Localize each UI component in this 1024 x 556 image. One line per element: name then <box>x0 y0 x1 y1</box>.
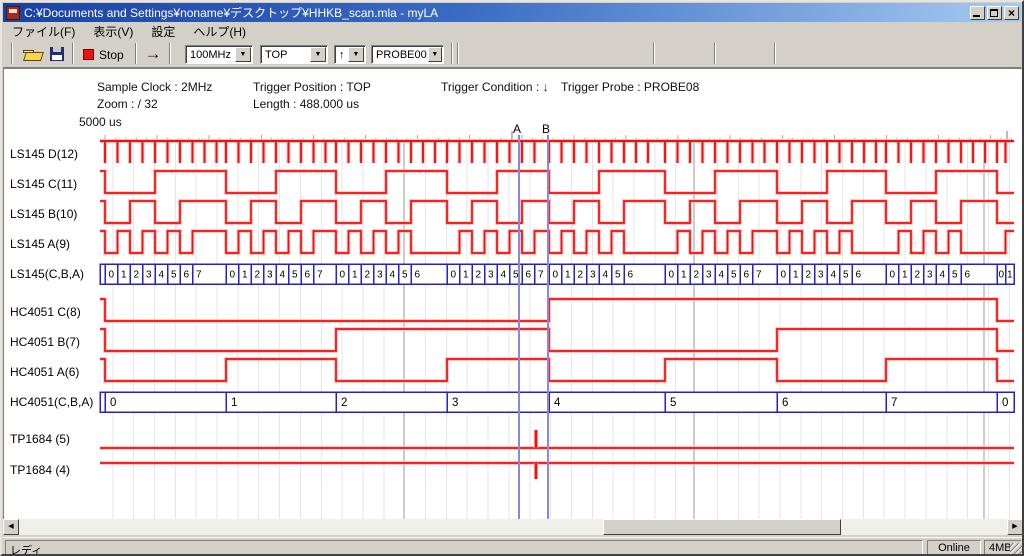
app-window: C:¥Documents and Settings¥noname¥デスクトップ¥… <box>0 0 1024 556</box>
toolbar-separator <box>135 43 137 64</box>
menu-bar: ファイル(F) 表示(V) 設定 ヘルプ(H) <box>3 22 1021 40</box>
toolbar-separator <box>11 43 13 64</box>
window-title: C:¥Documents and Settings¥noname¥デスクトップ¥… <box>24 4 968 21</box>
trigger-position-combo[interactable]: TOP ▼ <box>260 45 328 64</box>
time-scale-label: 5000 us <box>79 115 122 129</box>
channel-label: LS145 C(11) <box>10 177 77 191</box>
save-floppy-icon <box>50 47 64 61</box>
menu-settings[interactable]: 設定 <box>142 22 184 41</box>
menu-view[interactable]: 表示(V) <box>84 22 142 41</box>
scroll-right-arrow-icon[interactable]: ▶ <box>1007 519 1023 535</box>
toolbar-separator <box>72 43 74 64</box>
save-file-button[interactable] <box>46 43 68 65</box>
channel-label: LS145 B(10) <box>10 207 77 221</box>
horizontal-scrollbar[interactable]: ◀ ▶ <box>3 519 1023 535</box>
status-online-badge: Online <box>927 540 981 556</box>
open-file-button[interactable] <box>20 43 44 65</box>
chevron-down-icon[interactable]: ▼ <box>310 47 326 62</box>
menu-help[interactable]: ヘルプ(H) <box>184 22 255 41</box>
close-icon: × <box>1008 6 1015 20</box>
trigger-position-value: TOP <box>261 49 309 61</box>
status-ready: レディ <box>5 540 923 556</box>
channel-label: HC4051 C(8) <box>10 305 81 319</box>
menu-file[interactable]: ファイル(F) <box>3 22 84 41</box>
trigger-position-info: Trigger Position : TOP <box>253 80 371 94</box>
sample-clock-combo[interactable]: 100MHz ▼ <box>185 45 253 64</box>
maximize-icon <box>990 9 998 17</box>
toolbar-separator <box>653 43 655 64</box>
toolbar-separator <box>169 43 171 64</box>
channel-label: HC4051 B(7) <box>10 335 80 349</box>
toolbar-separator <box>714 43 716 64</box>
toolbar-separator <box>774 43 776 64</box>
waveform-panel: Sample Clock : 2MHz Zoom : / 32 Trigger … <box>3 68 1023 519</box>
channel-label: HC4051(C,B,A) <box>10 395 93 409</box>
chevron-down-icon[interactable]: ▼ <box>348 47 364 62</box>
minimize-button[interactable] <box>970 6 985 20</box>
trigger-condition-info: Trigger Condition : ↓ <box>441 80 549 94</box>
stop-button[interactable]: Stop <box>79 44 131 65</box>
scroll-left-arrow-icon[interactable]: ◀ <box>3 519 19 535</box>
channel-label: LS145 D(12) <box>10 147 78 161</box>
trigger-probe-combo[interactable]: PROBE00 ▼ <box>371 45 444 64</box>
maximize-button[interactable] <box>987 6 1002 20</box>
title-bar: C:¥Documents and Settings¥noname¥デスクトップ¥… <box>3 3 1021 22</box>
channel-label: TP1684 (5) <box>10 432 70 446</box>
sample-clock-info: Sample Clock : 2MHz <box>97 80 212 94</box>
channel-label: LS145 A(9) <box>10 237 70 251</box>
trigger-probe-info: Trigger Probe : PROBE08 <box>561 80 699 94</box>
channel-label: LS145(C,B,A) <box>10 267 84 281</box>
stop-label: Stop <box>99 48 124 62</box>
trigger-probe-value: PROBE00 <box>372 49 427 61</box>
trigger-edge-value: ↑ <box>335 49 347 61</box>
open-folder-icon <box>23 48 42 61</box>
length-info: Length : 488.000 us <box>253 97 359 111</box>
status-bar: レディ Online 4MBit <box>3 537 1023 556</box>
scrollbar-thumb[interactable] <box>603 519 841 535</box>
trigger-edge-combo[interactable]: ↑ ▼ <box>334 45 366 64</box>
chevron-down-icon[interactable]: ▼ <box>235 47 251 62</box>
channel-label: HC4051 A(6) <box>10 365 79 379</box>
app-icon <box>6 6 20 20</box>
run-button[interactable]: → <box>141 42 165 65</box>
channel-label: TP1684 (4) <box>10 463 70 477</box>
sample-clock-value: 100MHz <box>186 49 234 61</box>
close-button[interactable]: × <box>1004 6 1019 20</box>
toolbar-separator <box>457 43 459 64</box>
toolbar-separator <box>451 43 453 64</box>
minimize-icon <box>973 15 980 17</box>
toolbar: Stop → 100MHz ▼ TOP ▼ ↑ ▼ PROBE00 ▼ − + … <box>3 40 1021 68</box>
stop-icon <box>83 49 94 60</box>
resize-grip[interactable] <box>1010 543 1023 556</box>
zoom-info: Zoom : / 32 <box>97 97 158 111</box>
chevron-down-icon[interactable]: ▼ <box>428 47 442 62</box>
